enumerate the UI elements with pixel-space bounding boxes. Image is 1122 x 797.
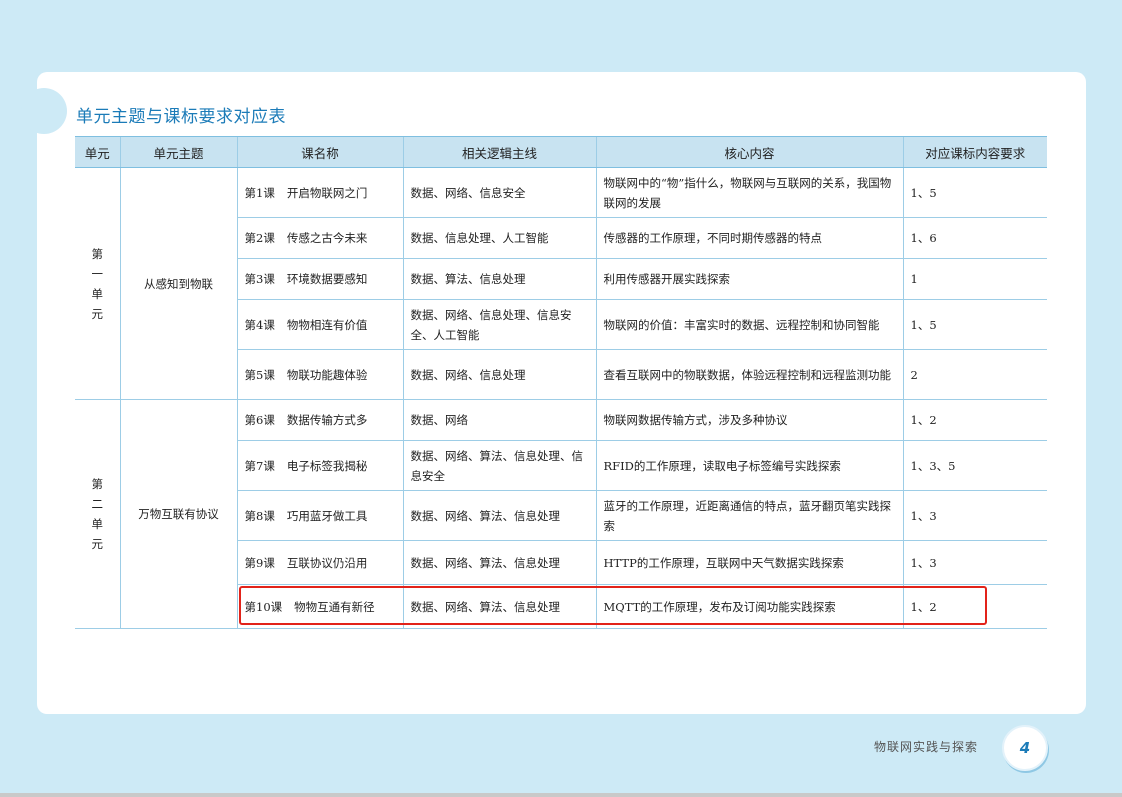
page-number-badge: 4	[1002, 725, 1048, 771]
header-requirement: 对应课标内容要求	[902, 136, 1047, 168]
lesson-name: 第1课 开启物联网之门	[236, 167, 403, 218]
unit-char: 单	[91, 517, 104, 531]
lesson-title: 物物相连有价值	[286, 317, 368, 332]
logic-cell: 数据、网络、算法、信息处理	[402, 540, 596, 585]
requirement-cell: 1、3	[902, 490, 1047, 541]
logic-cell: 数据、网络	[402, 399, 596, 441]
requirement-cell: 1、3、5	[902, 440, 1047, 491]
requirement-cell: 1、2	[902, 399, 1047, 441]
core-cell: 物联网中的“物”指什么，物联网与互联网的关系，我国物联网的发展	[595, 167, 903, 218]
lesson-title: 开启物联网之门	[286, 185, 368, 200]
table-header-row: 单元 单元主题 课名称 相关逻辑主线 核心内容 对应课标内容要求	[75, 136, 1047, 168]
core-cell: HTTP的工作原理，互联网中天气数据实践探索	[595, 540, 903, 585]
unit-char: 单	[91, 286, 104, 301]
lesson-title: 物物互通有新径	[294, 599, 375, 614]
unit-char: 第	[91, 246, 104, 261]
lesson-number: 第10课	[244, 599, 283, 614]
header-unit: 单元	[75, 136, 120, 168]
lesson-number: 第3课	[244, 272, 275, 286]
page-title: 单元主题与课标要求对应表	[76, 107, 286, 127]
logic-cell: 数据、网络、算法、信息处理	[402, 584, 596, 629]
requirement-cell: 2	[902, 349, 1047, 400]
lesson-title: 传感之古今未来	[286, 231, 368, 245]
lesson-number: 第9课	[244, 555, 275, 570]
header-core: 核心内容	[595, 136, 903, 168]
lesson-title: 巧用蓝牙做工具	[286, 508, 368, 523]
core-cell: 物联网数据传输方式，涉及多种协议	[595, 399, 903, 441]
lesson-number: 第6课	[244, 413, 275, 427]
unit-cell: 第 一 单 元	[75, 167, 120, 400]
lesson-number: 第8课	[244, 508, 275, 523]
logic-cell: 数据、算法、信息处理	[402, 258, 596, 300]
unit-char: 元	[91, 306, 104, 321]
card-notch	[21, 88, 67, 134]
core-cell: RFID的工作原理，读取电子标签编号实践探索	[595, 440, 903, 491]
logic-cell: 数据、网络、算法、信息处理	[402, 490, 596, 541]
lesson-name: 第3课 环境数据要感知	[236, 258, 403, 300]
logic-cell: 数据、网络、信息处理、信息安全、人工智能	[402, 299, 596, 350]
lesson-title: 物联功能趣体验	[286, 367, 368, 382]
unit-theme: 万物互联有协议	[119, 399, 237, 629]
core-cell: 传感器的工作原理，不同时期传感器的特点	[595, 217, 903, 259]
lesson-number: 第7课	[244, 458, 275, 473]
lesson-name: 第2课 传感之古今未来	[236, 217, 403, 259]
lesson-name: 第7课 电子标签我揭秘	[236, 440, 403, 491]
header-lesson: 课名称	[236, 136, 403, 168]
correspondence-table: 单元 单元主题 课名称 相关逻辑主线 核心内容 对应课标内容要求 第 一 单 元…	[75, 136, 1047, 629]
lesson-number: 第1课	[244, 185, 275, 200]
header-logic: 相关逻辑主线	[402, 136, 596, 168]
requirement-cell: 1、3	[902, 540, 1047, 585]
logic-cell: 数据、信息处理、人工智能	[402, 217, 596, 259]
unit-char: 第	[91, 477, 104, 491]
logic-cell: 数据、网络、信息安全	[402, 167, 596, 218]
content-card: 单元主题与课标要求对应表 单元 单元主题 课名称 相关逻辑主线 核心内容 对应课…	[21, 72, 1086, 714]
requirement-cell: 1、5	[902, 167, 1047, 218]
lesson-name: 第6课 数据传输方式多	[236, 399, 403, 441]
lesson-title: 环境数据要感知	[286, 272, 368, 286]
requirement-cell: 1、2	[902, 584, 1047, 629]
book-title-footer: 物联网实践与探索	[874, 740, 979, 754]
unit-theme: 从感知到物联	[119, 167, 237, 400]
unit-cell: 第 二 单 元	[75, 399, 120, 629]
logic-cell: 数据、网络、信息处理	[402, 349, 596, 400]
table-row: 第 一 单 元 从感知到物联 第1课 开启物联网之门 数据、网络、信息安全 物联网…	[75, 167, 1047, 400]
lesson-name: 第8课 巧用蓝牙做工具	[236, 490, 403, 541]
lesson-number: 第2课	[244, 231, 275, 245]
lesson-number: 第4课	[244, 317, 275, 332]
lesson-title: 数据传输方式多	[286, 413, 368, 427]
lesson-name: 第5课 物联功能趣体验	[236, 349, 403, 400]
requirement-cell: 1、5	[902, 299, 1047, 350]
lesson-name: 第4课 物物相连有价值	[236, 299, 403, 350]
unit-char: 二	[91, 497, 104, 511]
unit-char: 一	[91, 266, 104, 281]
lesson-number: 第5课	[244, 367, 275, 382]
lesson-name: 第9课 互联协议仍沿用	[236, 540, 403, 585]
header-theme: 单元主题	[119, 136, 237, 168]
lesson-title: 电子标签我揭秘	[286, 458, 368, 473]
core-cell: 物联网的价值：丰富实时的数据、远程控制和协同智能	[595, 299, 903, 350]
requirement-cell: 1	[902, 258, 1047, 300]
requirement-cell: 1、6	[902, 217, 1047, 259]
core-cell: MQTT的工作原理，发布及订阅功能实践探索	[595, 584, 903, 629]
bottom-divider	[0, 793, 1122, 797]
unit-char: 元	[91, 537, 104, 551]
logic-cell: 数据、网络、算法、信息处理、信息安全	[402, 440, 596, 491]
core-cell: 蓝牙的工作原理，近距离通信的特点，蓝牙翻页笔实践探索	[595, 490, 903, 541]
core-cell: 查看互联网中的物联数据，体验远程控制和远程监测功能	[595, 349, 903, 400]
lesson-name: 第10课 物物互通有新径	[236, 584, 403, 629]
core-cell: 利用传感器开展实践探索	[595, 258, 903, 300]
page-number: 4	[1019, 739, 1031, 757]
table-row: 第 二 单 元 万物互联有协议 第6课 数据传输方式多 数据、网络 物联网数据传输…	[75, 399, 1047, 629]
lesson-title: 互联协议仍沿用	[286, 555, 368, 570]
